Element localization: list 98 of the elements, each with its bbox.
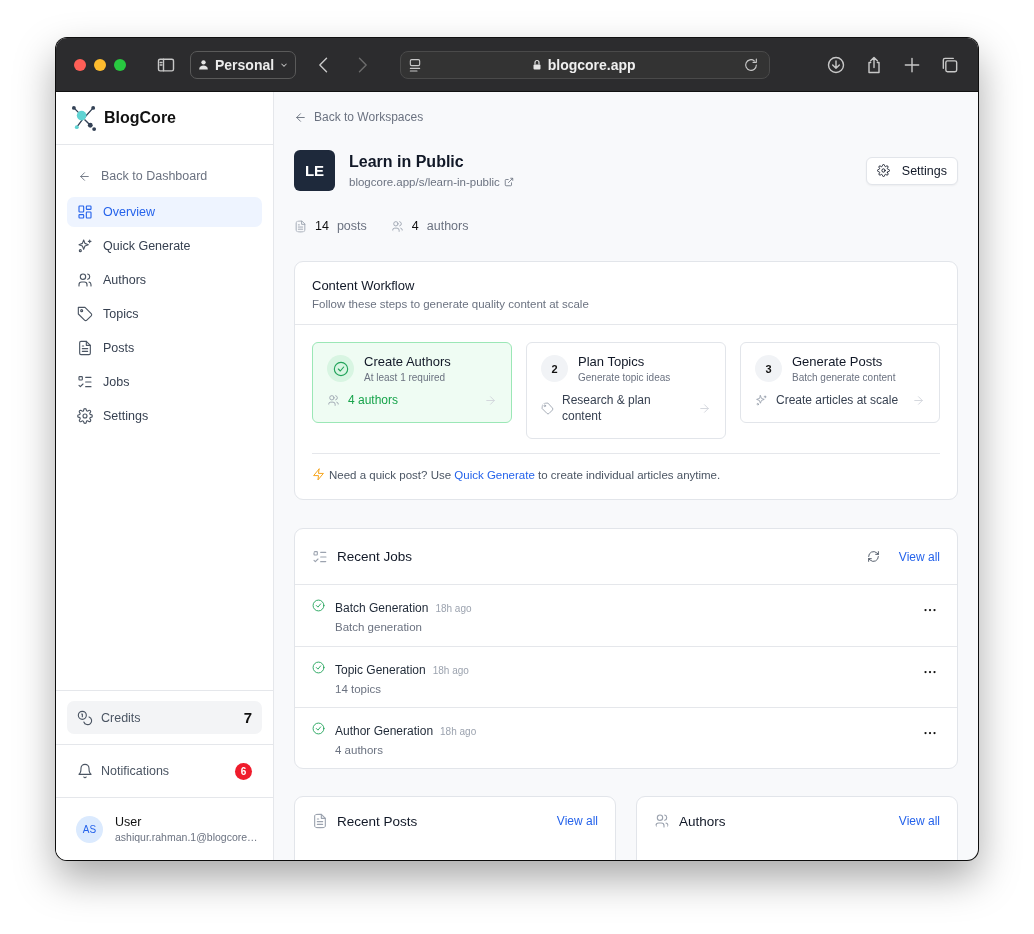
- nav-item[interactable]: Settings: [67, 401, 262, 431]
- zoom-window-button[interactable]: [114, 58, 126, 71]
- nav-item[interactable]: Topics: [67, 299, 262, 329]
- stat-label: authors: [426, 219, 469, 233]
- job-title: Topic Generation: [335, 663, 426, 677]
- stat-label: posts: [336, 219, 367, 233]
- nav-item[interactable]: Quick Generate: [67, 231, 262, 261]
- users-icon: [390, 219, 404, 233]
- view-all-link[interactable]: View all: [898, 549, 940, 564]
- check-circle-icon: [332, 360, 349, 377]
- tip-text: Need a quick post? Use Quick Generate to create individual articles anytime.: [329, 468, 721, 481]
- url-text: blogcore.app: [547, 56, 636, 73]
- lightning-icon: [312, 468, 325, 481]
- logo-icon: [71, 104, 98, 132]
- tag-icon: [77, 306, 93, 322]
- step-subtitle: Batch generate content: [792, 372, 896, 383]
- back-link[interactable]: Back to Dashboard: [67, 161, 262, 193]
- step-action: 4 authors: [348, 392, 400, 408]
- refresh-icon[interactable]: [866, 550, 880, 563]
- close-window-button[interactable]: [74, 58, 86, 71]
- address-bar[interactable]: blogcore.app: [400, 50, 771, 79]
- job-detail: 4 authors: [335, 744, 384, 756]
- step-card[interactable]: 3 Generate Posts Batch generate content Create articles at scale: [740, 342, 940, 423]
- arrow-right-icon: [698, 401, 711, 415]
- checklist-icon: [77, 374, 93, 390]
- external-link-icon: [503, 177, 514, 187]
- bell-icon: [77, 763, 93, 779]
- card-title: Authors: [679, 813, 727, 829]
- workspace-name: Learn in Public: [349, 153, 465, 171]
- users-icon: [654, 813, 670, 829]
- users-icon: [327, 393, 340, 407]
- nav-item[interactable]: Overview: [67, 197, 262, 227]
- stat-value: 14: [315, 219, 329, 233]
- grid-icon: [77, 204, 93, 220]
- settings-icon: [876, 164, 890, 177]
- tag-icon: [541, 401, 554, 415]
- ellipsis-icon: [924, 731, 936, 735]
- step-title: Plan Topics: [578, 354, 646, 369]
- document-icon: [77, 340, 93, 356]
- job-time: 18h ago: [432, 665, 469, 676]
- job-detail: Batch generation: [335, 621, 423, 633]
- view-all-link[interactable]: View all: [556, 814, 598, 828]
- user-avatar[interactable]: AS: [76, 815, 103, 843]
- document-icon: [312, 813, 328, 829]
- view-all-link[interactable]: View all: [898, 814, 940, 828]
- person-icon: [197, 58, 210, 71]
- users-icon: [77, 272, 93, 288]
- brand-name: BlogCore: [104, 109, 176, 127]
- step-number: 2: [541, 355, 568, 382]
- stat-value: 4: [411, 219, 419, 233]
- arrow-left-icon: [294, 110, 307, 124]
- step-action: Create articles at scale: [776, 392, 900, 408]
- job-time: 18h ago: [435, 603, 472, 614]
- nav-item[interactable]: Posts: [67, 333, 262, 363]
- step-card[interactable]: 2 Plan Topics Generate topic ideas Research & plan content: [526, 342, 726, 439]
- minimize-window-button[interactable]: [94, 58, 106, 71]
- coins-icon: [77, 709, 93, 726]
- card-title: Recent Posts: [337, 813, 419, 829]
- ellipsis-icon: [924, 608, 936, 612]
- settings-icon: [77, 408, 93, 424]
- job-title: Batch Generation: [335, 601, 429, 615]
- step-action: Research & plan content: [562, 392, 652, 424]
- ellipsis-icon: [924, 670, 936, 674]
- arrow-right-icon: [484, 393, 497, 407]
- job-title: Author Generation: [335, 724, 434, 738]
- notification-count: 6: [235, 762, 252, 780]
- checklist-icon: [312, 548, 328, 565]
- notifications-link[interactable]: Notifications: [101, 764, 227, 778]
- nav-item[interactable]: Jobs: [67, 367, 262, 397]
- arrow-left-icon: [78, 169, 91, 183]
- sparkle-icon: [755, 393, 768, 407]
- card-subtitle: Follow these steps to generate quality content at scale: [312, 298, 590, 310]
- step-subtitle: At least 1 required: [364, 372, 447, 383]
- workspace-link[interactable]: blogcore.app/s/learn-in-public: [349, 176, 852, 188]
- job-time: 18h ago: [440, 726, 477, 737]
- profile-button[interactable]: Personal: [190, 50, 297, 79]
- back-link[interactable]: Back to Workspaces: [294, 110, 958, 124]
- nav-item[interactable]: Authors: [67, 265, 262, 295]
- user-name: User: [115, 815, 143, 829]
- step-card[interactable]: Create Authors At least 1 required 4 authors: [312, 342, 512, 423]
- job-detail: 14 topics: [335, 683, 383, 695]
- sparkle-icon: [77, 238, 93, 254]
- reload-icon[interactable]: [743, 56, 760, 73]
- document-icon: [294, 219, 307, 233]
- card-title: Recent Jobs: [337, 549, 414, 564]
- settings-button[interactable]: Settings: [865, 156, 958, 185]
- credits-label: Credits: [101, 710, 142, 725]
- workspace-avatar: LE: [294, 150, 335, 191]
- credits-value: 7: [243, 709, 252, 726]
- download-icon[interactable]: [826, 54, 846, 75]
- step-title: Create Authors: [364, 354, 451, 369]
- step-subtitle: Generate topic ideas: [578, 372, 671, 383]
- step-number: 3: [755, 355, 782, 382]
- user-email: ashiqur.rahman.1@blogcore…: [115, 831, 258, 843]
- card-title: Content Workflow: [312, 278, 416, 293]
- quick-generate-link[interactable]: Quick Generate: [454, 468, 535, 481]
- step-title: Generate Posts: [792, 354, 884, 369]
- arrow-right-icon: [912, 393, 925, 407]
